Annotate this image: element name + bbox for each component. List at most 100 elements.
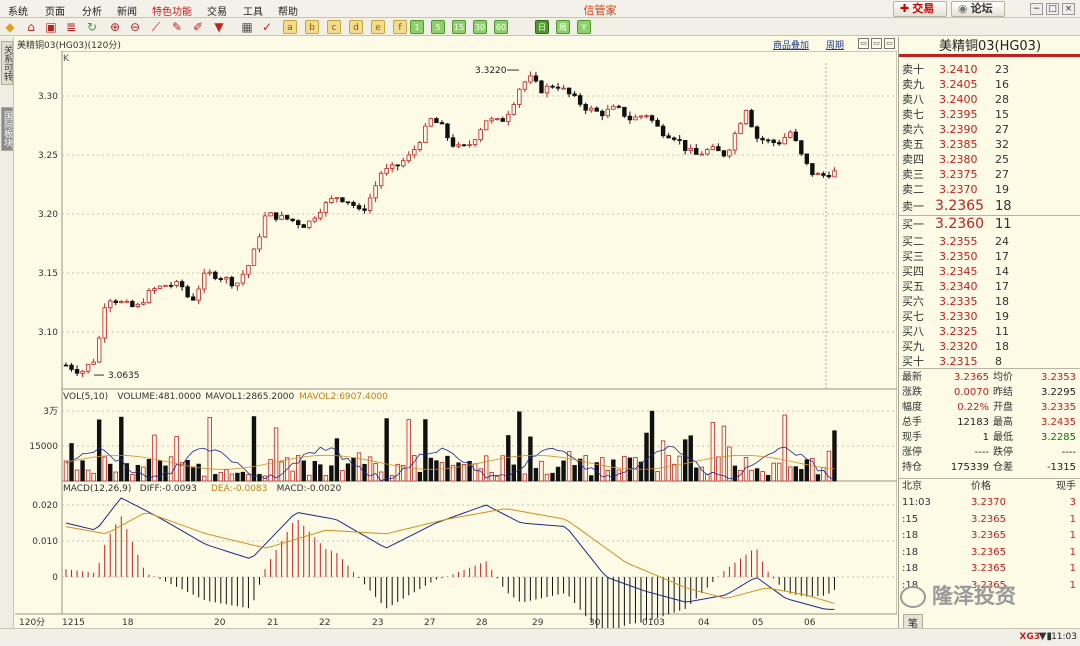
sell-row[interactable]: 卖六 3.2390 27 [899,122,1080,137]
tick-time: :18 [902,546,919,558]
candle-body [666,135,671,139]
chart-title: 美精铜03(HG03)(120分) [17,41,121,51]
stat-label: 幅度 [902,402,922,413]
chart-canvas[interactable]: K 3.30 3.25 3.20 3.15 3.10 3.3220 3.0635 VOL(5,1… [15,51,897,628]
candle-body [589,107,594,111]
minimize-button[interactable]: − [1030,3,1043,15]
toolbar-square-e[interactable]: e [371,20,385,34]
sell-price: 3.2370 [939,183,978,196]
left-tab-convertible[interactable]: 关系可转 [1,41,13,85]
layout-icon-3[interactable]: ▭ [884,38,895,49]
monitor-icon[interactable]: ▣ [44,20,58,34]
sell-row[interactable]: 卖五 3.2385 32 [899,137,1080,152]
menu-page[interactable]: 页面 [45,3,65,18]
period-day-button[interactable]: 日 [535,20,549,34]
menu-tools[interactable]: 工具 [243,3,263,18]
stat-value: 3.2335 [1041,402,1076,413]
left-tab-international[interactable]: 国际板块 [1,107,13,151]
volume-bar [113,471,118,482]
kline-y-tick: 3.15 [38,269,58,279]
candle-body [655,119,660,127]
stat-label: 最高 [993,417,1013,428]
chart-area[interactable]: 美精铜03(HG03)(120分) 商品叠加 周期 ▭ ▭ ▭ K 3.30 3.2… [15,37,897,628]
sell-level-label: 卖七 [902,108,924,121]
trade-button[interactable]: ✚ 交易 [893,1,947,17]
table-icon[interactable]: ▦ [240,20,254,34]
volume-bar [572,465,577,482]
menu-help[interactable]: 帮助 [278,3,298,18]
sell-row[interactable]: 卖七 3.2395 15 [899,107,1080,122]
candle-body [511,104,517,115]
home-icon[interactable]: ⌂ [24,20,38,34]
filter-icon[interactable]: ▼ [212,20,226,34]
buy-row[interactable]: 买一 3.2360 11 [899,217,1080,233]
cycle-link[interactable]: 周期 [826,38,844,51]
sell-row[interactable]: 卖十 3.2410 23 [899,62,1080,77]
sell-volume: 18 [995,199,1012,214]
high-label: 3.3220 [475,66,507,76]
buy-row[interactable]: 买八 3.2325 11 [899,324,1080,339]
buy-row[interactable]: 买六 3.2335 18 [899,294,1080,309]
buy-row[interactable]: 买五 3.2340 17 [899,279,1080,294]
list-icon[interactable]: ≣ [64,20,78,34]
watermark-text: 隆泽投资 [932,584,1016,608]
volume-bar [500,455,505,482]
candle-body [124,300,130,303]
candle-body [644,115,649,118]
period-5min-button[interactable]: 5 [431,20,445,34]
period-30min-button[interactable]: 30 [473,20,487,34]
toolbar-square-c[interactable]: c [327,20,341,34]
period-week-button[interactable]: 周 [556,20,570,34]
toolbar-square-a[interactable]: a [283,20,297,34]
menu-trade[interactable]: 交易 [207,3,227,18]
sell-row[interactable]: 卖一 3.2365 18 [899,199,1080,215]
buy-row[interactable]: 买七 3.2330 19 [899,309,1080,324]
menu-analysis[interactable]: 分析 [82,3,102,18]
sell-row[interactable]: 卖三 3.2375 27 [899,167,1080,182]
zoom-out-icon[interactable]: ⊖ [128,20,142,34]
volume-bar [119,416,124,482]
forum-button[interactable]: ◉ 论坛 [951,1,1005,17]
pen-icon[interactable]: ✎ [170,20,184,34]
close-button[interactable]: × [1062,3,1075,15]
menu-news[interactable]: 新闻 [117,3,137,18]
period-year-button[interactable]: Y [577,20,591,34]
refresh-icon[interactable]: ↻ [85,20,99,34]
period-15min-button[interactable]: 15 [452,20,466,34]
macd-legend-item: MACD:-0.0020 [277,484,342,494]
menu-features[interactable]: 特色功能 [152,3,192,18]
volume-bar [229,473,235,482]
zoom-in-icon[interactable]: ⊕ [108,20,122,34]
buy-row[interactable]: 买九 3.2320 18 [899,339,1080,354]
menu-system[interactable]: 系统 [8,3,28,18]
volume-bar [776,462,782,482]
sell-row[interactable]: 卖八 3.2400 28 [899,92,1080,107]
stat-value: 3.2365 [954,372,989,383]
sell-row[interactable]: 卖四 3.2380 25 [899,152,1080,167]
volume-y-tick: 15000 [29,442,58,452]
maximize-button[interactable]: □ [1046,3,1059,15]
analysis-icon[interactable]: ✓ [260,20,274,34]
buy-row[interactable]: 买二 3.2355 24 [899,234,1080,249]
toolbar-square-d[interactable]: d [349,20,363,34]
brush-icon[interactable]: ✐ [191,20,205,34]
layout-icon-1[interactable]: ▭ [858,38,869,49]
stat-value: 0.22% [957,402,989,413]
sell-row[interactable]: 卖九 3.2405 16 [899,77,1080,92]
toolbar-square-b[interactable]: b [305,20,319,34]
period-60min-button[interactable]: 60 [494,20,508,34]
volume-bar [649,410,655,482]
toolbar-square-f[interactable]: f [393,20,407,34]
layout-icon-2[interactable]: ▭ [871,38,882,49]
back-arrow-icon[interactable]: ◆ [3,20,17,34]
overlay-link[interactable]: 商品叠加 [773,38,809,51]
volume-legend-item: VOL(5,10) [63,392,108,402]
period-1min-button[interactable]: 1 [410,20,424,34]
sell-row[interactable]: 卖二 3.2370 19 [899,182,1080,197]
buy-row[interactable]: 买四 3.2345 14 [899,264,1080,279]
chart-line-icon[interactable]: ⟋ [149,20,163,34]
buy-row[interactable]: 买十 3.2315 8 [899,354,1080,369]
candle-body [544,85,550,94]
candle-body [69,364,74,370]
buy-row[interactable]: 买三 3.2350 17 [899,249,1080,264]
